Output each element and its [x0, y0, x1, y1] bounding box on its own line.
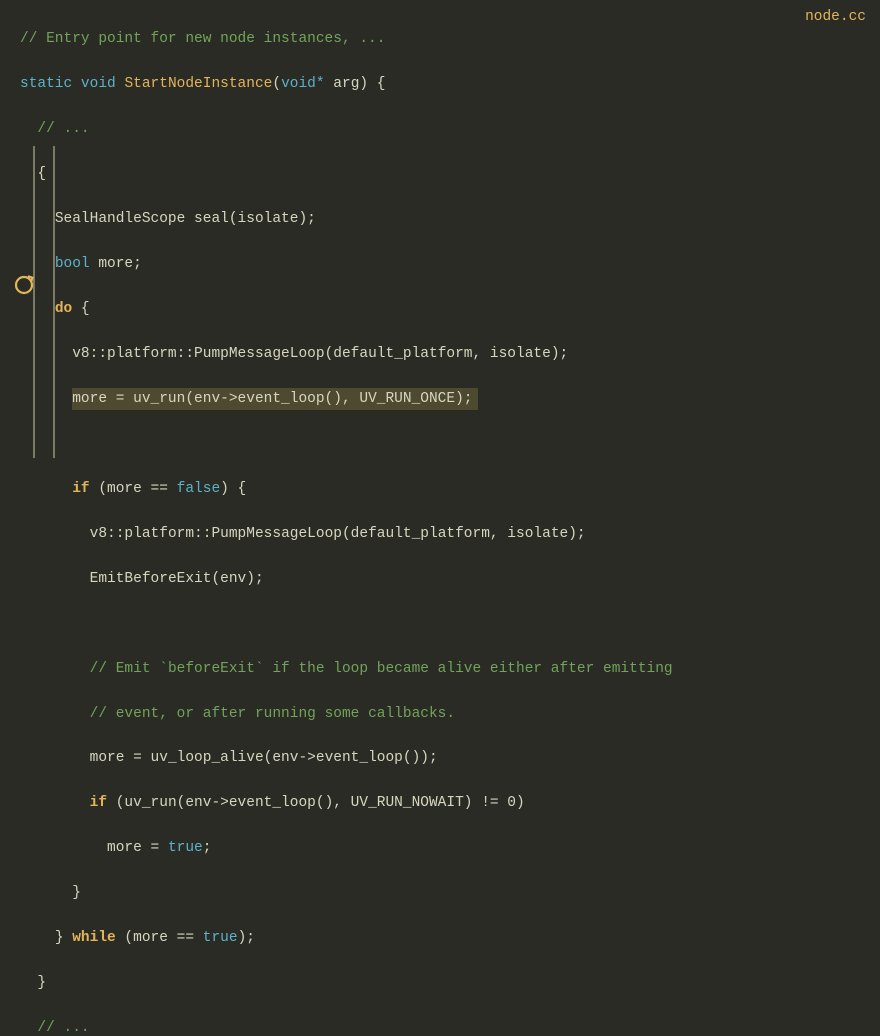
code-line: v8::platform::PumpMessageLoop(default_pl…	[20, 523, 880, 545]
brace: {	[72, 301, 89, 317]
highlighted-line: more = uv_run(env->event_loop(), UV_RUN_…	[72, 388, 478, 410]
stmt: more =	[107, 840, 168, 856]
code-line: // ...	[20, 118, 880, 140]
fn-call: PumpMessageLoop	[211, 526, 342, 542]
comment: // Emit `beforeExit` if the loop became …	[90, 661, 673, 677]
punc: );	[238, 930, 255, 946]
brace: ) {	[220, 481, 246, 497]
stmt: more = uv_loop_alive(env->event_loop());	[90, 750, 438, 766]
brace: {	[37, 166, 46, 182]
brace: }	[72, 885, 81, 901]
code-line: static void StartNodeInstance(void* arg)…	[20, 73, 880, 95]
brace: }	[37, 975, 46, 991]
args: (default_platform, isolate);	[325, 346, 569, 362]
filename-label: node.cc	[805, 6, 866, 28]
comment: // ...	[37, 121, 89, 137]
code-line: // event, or after running some callback…	[20, 703, 880, 725]
punc: (	[272, 76, 281, 92]
stmt: more;	[90, 256, 142, 272]
punc: ) {	[359, 76, 385, 92]
kw-do: do	[55, 301, 72, 317]
ns: v8::platform::	[90, 526, 212, 542]
fn-name: StartNodeInstance	[124, 76, 272, 92]
kw-while: while	[72, 930, 116, 946]
code-line: do {	[20, 298, 880, 320]
expr: (more ==	[90, 481, 177, 497]
code-line: v8::platform::PumpMessageLoop(default_pl…	[20, 343, 880, 365]
kw-true: true	[168, 840, 203, 856]
code-line: bool more;	[20, 253, 880, 275]
args: (default_platform, isolate);	[342, 526, 586, 542]
punc: ;	[203, 840, 212, 856]
code-line: if (uv_run(env->event_loop(), UV_RUN_NOW…	[20, 792, 880, 814]
expr: (uv_run(env->event_loop(), UV_RUN_NOWAIT…	[107, 795, 525, 811]
brace: }	[55, 930, 72, 946]
code-line: // Entry point for new node instances, .…	[20, 28, 880, 50]
stmt: EmitBeforeExit(env);	[90, 571, 264, 587]
param-type: void*	[281, 76, 325, 92]
code-line: }	[20, 972, 880, 994]
code-line: if (more == false) {	[20, 478, 880, 500]
kw-false: false	[177, 481, 221, 497]
comment: // event, or after running some callback…	[90, 706, 455, 722]
refresh-icon	[12, 273, 36, 297]
kw-void: void	[81, 76, 116, 92]
code-line: }	[20, 882, 880, 904]
expr: (more ==	[116, 930, 203, 946]
indent-guide	[53, 146, 55, 458]
ns: v8::platform::	[72, 346, 194, 362]
code-line: // Emit `beforeExit` if the loop became …	[20, 658, 880, 680]
code-line: {	[20, 163, 880, 185]
param-name: arg	[325, 76, 360, 92]
comment: // ...	[37, 1020, 89, 1036]
indent-guide	[33, 146, 35, 458]
kw-if: if	[72, 481, 89, 497]
stmt: SealHandleScope seal(isolate);	[55, 211, 316, 227]
code-line: more = uv_loop_alive(env->event_loop());	[20, 747, 880, 769]
code-line	[20, 433, 880, 455]
kw-true: true	[203, 930, 238, 946]
code-line: SealHandleScope seal(isolate);	[20, 208, 880, 230]
code-line: } while (more == true);	[20, 927, 880, 949]
kw-if: if	[90, 795, 107, 811]
code-block: // Entry point for new node instances, .…	[0, 0, 880, 1036]
kw-static: static	[20, 76, 72, 92]
code-line: // ...	[20, 1017, 880, 1036]
comment: // Entry point for new node instances, .…	[20, 31, 385, 47]
fn-call: PumpMessageLoop	[194, 346, 325, 362]
code-line: EmitBeforeExit(env);	[20, 568, 880, 590]
code-line: more = true;	[20, 837, 880, 859]
kw-bool: bool	[55, 256, 90, 272]
stmt: more = uv_run(env->event_loop(), UV_RUN_…	[72, 391, 472, 407]
code-line	[20, 613, 880, 635]
code-line: more = uv_run(env->event_loop(), UV_RUN_…	[20, 388, 880, 410]
